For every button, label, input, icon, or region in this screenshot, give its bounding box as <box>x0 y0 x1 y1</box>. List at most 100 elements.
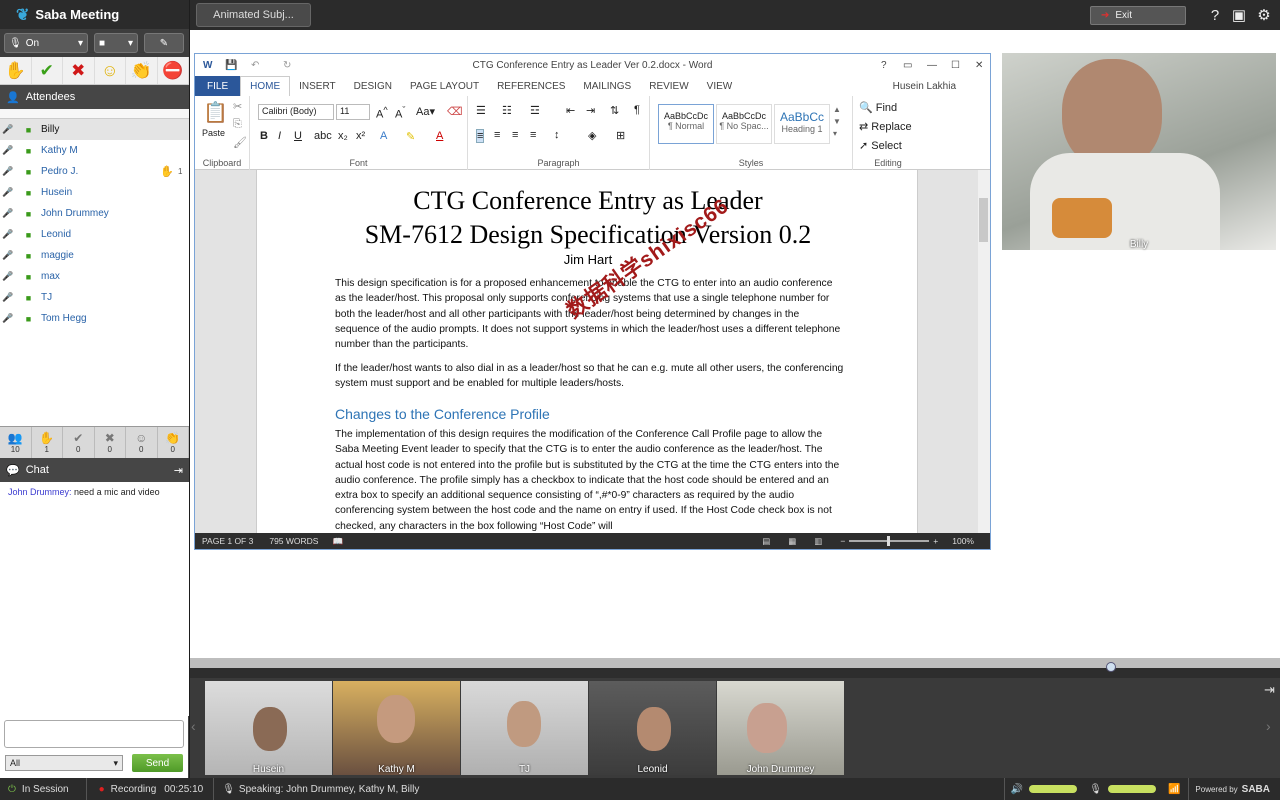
attendee-row[interactable]: 🎤 ■ Tom Hegg <box>0 308 189 329</box>
attendee-row[interactable]: 🎤 ■ Leonid <box>0 224 189 245</box>
exit-button[interactable]: ➔ Exit <box>1090 6 1186 25</box>
align-center-icon[interactable]: ≡ <box>494 129 500 141</box>
proofing-icon[interactable]: 📖 <box>332 536 343 547</box>
font-color-icon[interactable]: A <box>436 130 443 142</box>
strikethrough-icon[interactable]: abc <box>314 130 332 142</box>
raise-hand-icon[interactable]: ✋ <box>0 57 32 84</box>
ribbon-options-icon[interactable]: ▭ <box>903 60 912 71</box>
camera-status-icon[interactable]: ■ <box>16 125 41 135</box>
print-layout-icon[interactable]: ▦ <box>788 536 796 547</box>
attendee-row[interactable]: 🎤 ■ Pedro J. ✋ 1 <box>0 161 189 182</box>
main-video-billy[interactable]: Billy <box>1002 53 1276 250</box>
word-count[interactable]: 795 WORDS <box>269 536 318 546</box>
maximize-icon[interactable]: ☐ <box>951 60 960 71</box>
camera-status-icon[interactable]: ■ <box>16 167 41 177</box>
mic-status-icon[interactable]: 🎤 <box>0 145 16 156</box>
highlight-icon[interactable]: ✎ <box>406 130 415 143</box>
splitter-handle[interactable] <box>1106 662 1116 672</box>
video-thumb-kathy[interactable]: Kathy M <box>333 681 460 775</box>
help-icon[interactable]: ? <box>881 60 887 71</box>
shading-icon[interactable]: ◈ <box>588 129 596 142</box>
content-tab[interactable]: Animated Subj... <box>196 3 311 27</box>
tab-page-layout[interactable]: PAGE LAYOUT <box>401 81 488 92</box>
undo-icon[interactable]: ↶ <box>251 60 259 71</box>
document-scrollbar[interactable] <box>978 170 990 533</box>
document-page[interactable]: CTG Conference Entry as Leader SM-7612 D… <box>256 170 918 533</box>
video-thumb-leonid[interactable]: Leonid <box>589 681 716 775</box>
redo-icon[interactable]: ↻ <box>283 60 291 71</box>
user-name[interactable]: Husein Lakhia <box>893 81 990 92</box>
help-icon[interactable]: ? <box>1206 6 1224 24</box>
numbering-icon[interactable]: ☷ <box>502 104 512 117</box>
zoom-slider[interactable] <box>849 536 930 546</box>
cross-icon[interactable]: ✖ <box>63 57 95 84</box>
select-button[interactable]: ➚ Select <box>859 139 902 152</box>
save-icon[interactable]: 💾 <box>225 60 237 71</box>
tab-design[interactable]: DESIGN <box>345 81 401 92</box>
grow-font-icon[interactable]: A^ <box>376 105 388 121</box>
copy-icon[interactable]: ⎘ <box>233 118 242 131</box>
camera-status-icon[interactable]: ■ <box>16 272 41 282</box>
cut-icon[interactable]: ✂ <box>233 100 242 113</box>
shrink-font-icon[interactable]: Aˇ <box>395 105 405 121</box>
popout-icon[interactable]: ⇥ <box>1264 682 1275 698</box>
find-button[interactable]: 🔍 Find <box>859 101 897 114</box>
speaker-icon[interactable]: 🔊 <box>1011 784 1023 795</box>
style-normal[interactable]: AaBbCcDc ¶ Normal <box>658 104 714 144</box>
video-thumb-tj[interactable]: TJ <box>461 681 588 775</box>
smiley-icon[interactable]: ☺ <box>95 57 126 84</box>
text-effects-icon[interactable]: A <box>380 130 387 142</box>
video-thumb-john-drummey[interactable]: John Drummey <box>717 681 844 775</box>
video-thumb-husein[interactable]: Husein <box>205 681 332 775</box>
attendee-row[interactable]: 🎤 ■ John Drummey <box>0 203 189 224</box>
mic-status-icon[interactable]: 🎤 <box>0 187 16 198</box>
line-spacing-icon[interactable]: ↕ <box>554 129 560 141</box>
away-icon[interactable]: ⛔ <box>158 57 189 84</box>
sort-icon[interactable]: ⇅ <box>610 104 619 117</box>
applause-count[interactable]: 👏 0 <box>158 427 189 458</box>
speaker-volume[interactable] <box>1029 785 1078 793</box>
tab-home[interactable]: HOME <box>240 76 291 96</box>
style-heading-1[interactable]: AaBbCc Heading 1 <box>774 104 830 144</box>
send-button[interactable]: Send <box>132 754 183 772</box>
subscript-icon[interactable]: x₂ <box>338 130 348 142</box>
mic-status-icon[interactable]: 🎤 <box>0 166 16 177</box>
tab-references[interactable]: REFERENCES <box>488 81 574 92</box>
multilevel-list-icon[interactable]: ☲ <box>530 104 540 117</box>
zoom-level[interactable]: 100% <box>952 536 974 546</box>
italic-icon[interactable]: I <box>278 130 281 142</box>
web-layout-icon[interactable]: ▥ <box>814 536 822 547</box>
panel-splitter[interactable] <box>190 658 1280 678</box>
camera-status-icon[interactable]: ■ <box>16 293 41 303</box>
mic-status-icon[interactable]: 🎤 <box>0 208 16 219</box>
paste-button[interactable]: Paste <box>202 128 225 138</box>
camera-status-icon[interactable]: ■ <box>16 209 41 219</box>
layout-icon[interactable]: ▣ <box>1230 6 1248 24</box>
check-count[interactable]: ✔ 0 <box>63 427 95 458</box>
mic-status-icon[interactable]: 🎤 <box>0 229 16 240</box>
read-mode-icon[interactable]: ▤ <box>762 536 770 547</box>
bullets-icon[interactable]: ☰ <box>476 104 486 117</box>
check-icon[interactable]: ✔ <box>32 57 63 84</box>
bold-icon[interactable]: B <box>260 130 268 142</box>
change-case-icon[interactable]: Aa▾ <box>416 105 435 118</box>
attendee-row[interactable]: 🎤 ■ maggie <box>0 245 189 266</box>
attendee-row[interactable]: 🎤 ■ Kathy M <box>0 140 189 161</box>
recording-icon[interactable]: ● <box>99 784 105 795</box>
mic-status-icon[interactable]: 🎤 <box>0 250 16 261</box>
replace-button[interactable]: ⇄ Replace <box>859 120 912 133</box>
camera-status-icon[interactable]: ■ <box>16 251 41 261</box>
tab-mailings[interactable]: MAILINGS <box>574 81 640 92</box>
mic-status-icon[interactable]: 🎤 <box>0 292 16 303</box>
attendees-header[interactable]: 👤 Attendees <box>0 85 189 109</box>
mic-status-icon[interactable]: 🎤 <box>0 124 16 135</box>
zoom-in-icon[interactable]: + <box>933 536 938 546</box>
superscript-icon[interactable]: x² <box>356 130 365 142</box>
styles-scroll[interactable]: ▲ ▼ ▾ <box>833 104 841 140</box>
tab-review[interactable]: REVIEW <box>640 81 697 92</box>
align-left-icon[interactable]: ≡ <box>476 129 485 143</box>
chat-recipient-select[interactable]: All ▾ <box>5 755 123 771</box>
minimize-icon[interactable]: — <box>927 60 937 71</box>
applause-icon[interactable]: 👏 <box>126 57 158 84</box>
camera-status-icon[interactable]: ■ <box>16 230 41 240</box>
